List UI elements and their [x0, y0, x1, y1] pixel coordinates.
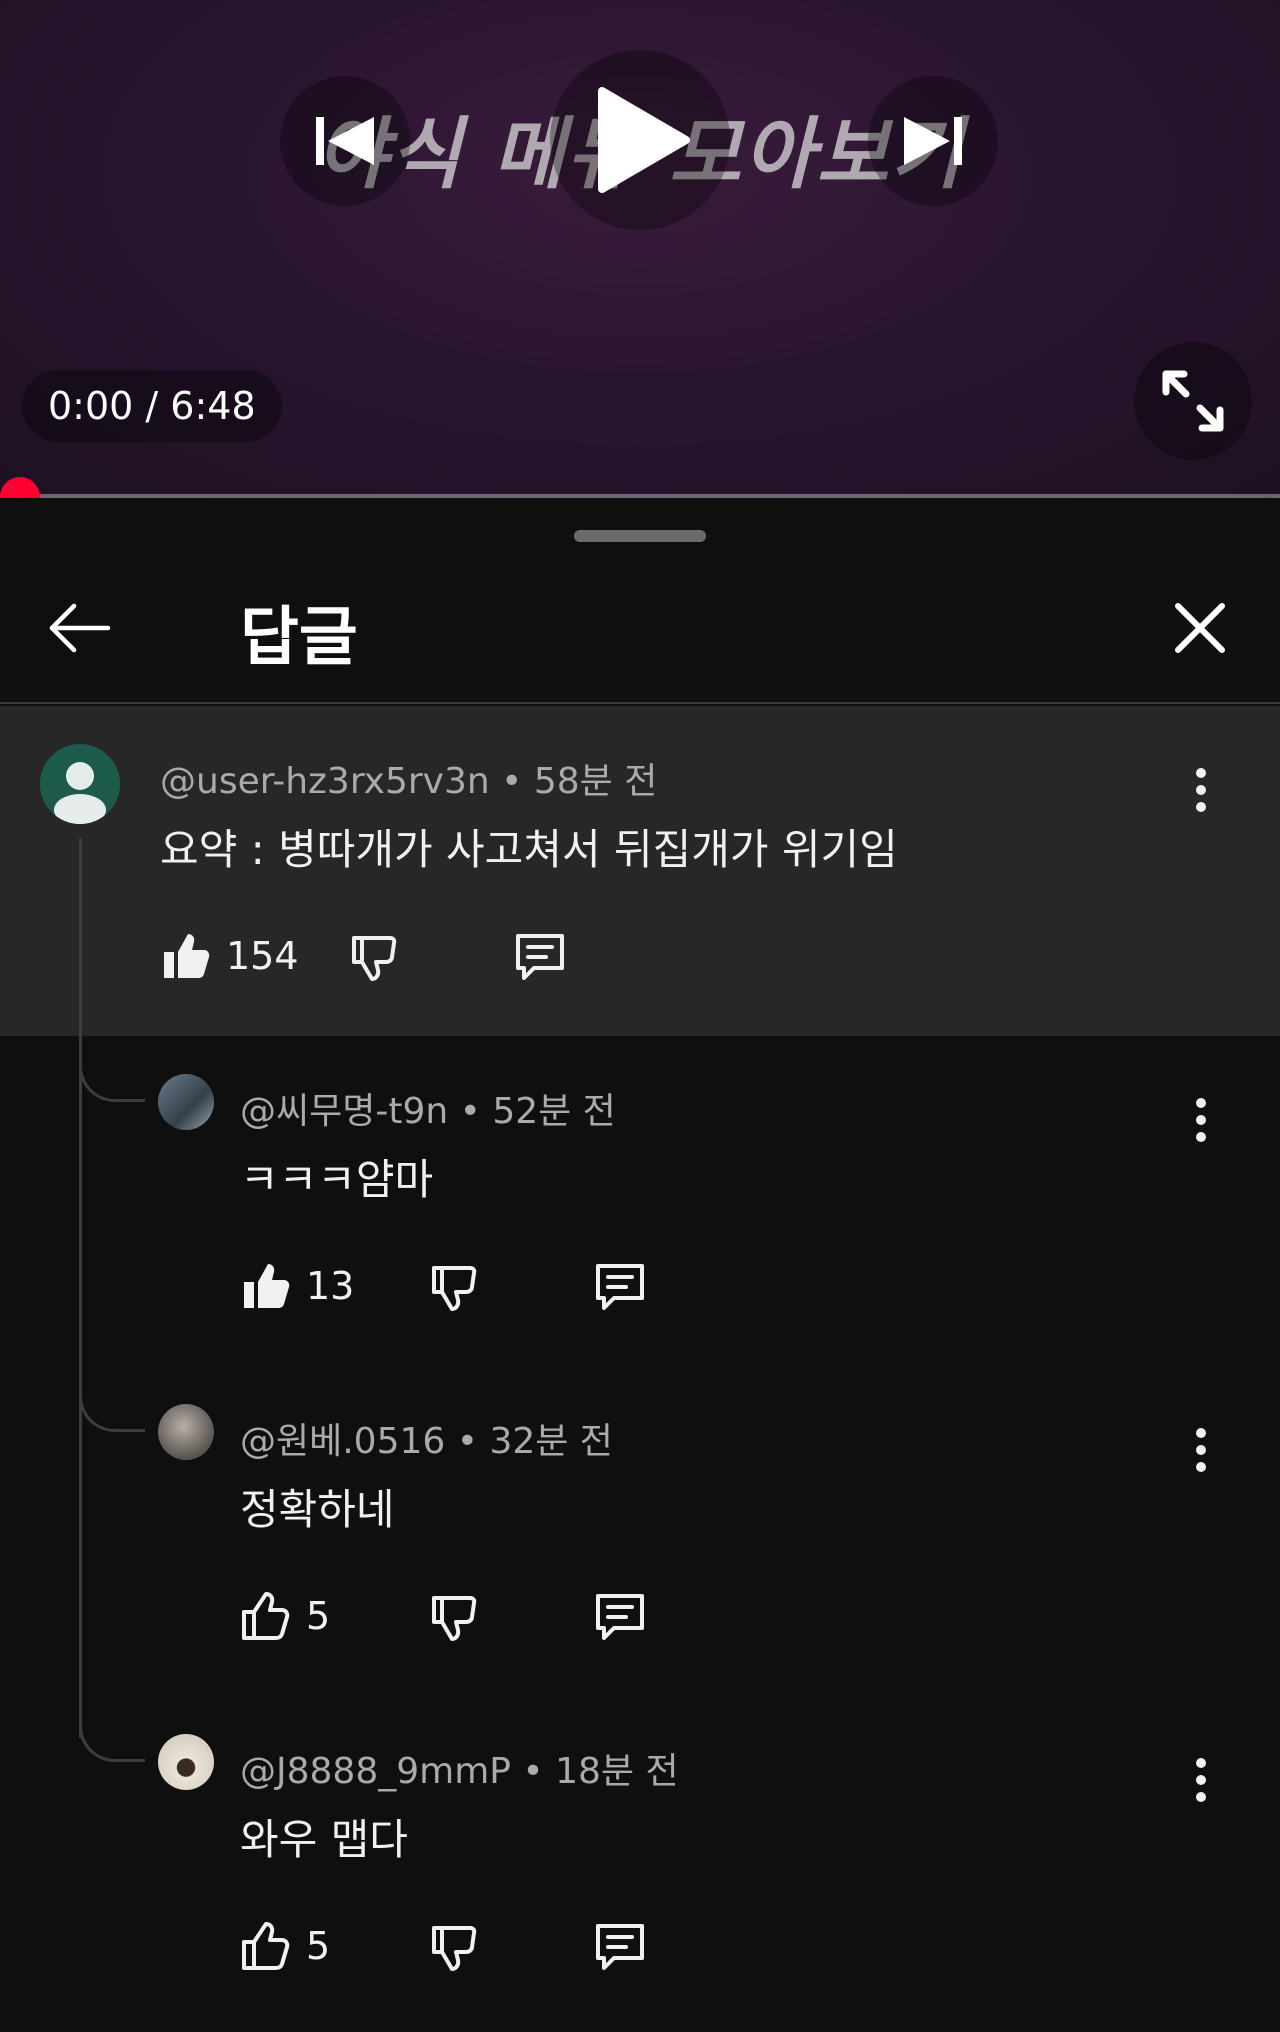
comment-meta: @씨무명-t9n • 52분 전: [240, 1091, 616, 1132]
like-count: 13: [306, 1264, 355, 1308]
thumbs-down-icon: [352, 936, 397, 981]
close-button[interactable]: [1170, 592, 1230, 664]
comment-actions: 154: [160, 926, 600, 986]
avatar[interactable]: [158, 1734, 214, 1790]
thumbs-up-icon: [242, 1592, 290, 1640]
drag-handle[interactable]: [574, 530, 706, 542]
dislike-button[interactable]: [348, 926, 400, 986]
comment-actions: 5: [240, 1586, 660, 1646]
play-icon: [598, 87, 690, 193]
comment-text: 와우 맵다: [240, 1815, 408, 1864]
skip-previous-icon: [316, 117, 374, 165]
comment-text: ㅋㅋㅋ얌마: [240, 1155, 434, 1204]
fullscreen-button[interactable]: [1134, 342, 1252, 460]
video-player[interactable]: 야식 메뉴 모아보기 0:00 / 6:48: [0, 0, 1280, 498]
next-button[interactable]: [868, 76, 998, 206]
like-button[interactable]: 5: [240, 1586, 330, 1646]
reply-button[interactable]: [592, 1256, 648, 1316]
comment-age: 58분 전: [533, 761, 658, 802]
previous-button[interactable]: [280, 76, 410, 206]
comment-icon: [596, 1924, 644, 1970]
comment-meta: @원베.0516 • 32분 전: [240, 1421, 613, 1462]
comment-actions: 5: [240, 1916, 660, 1976]
comment-text: 정확하네: [240, 1485, 395, 1534]
sheet-title: 답글: [240, 601, 358, 675]
comment-age: 32분 전: [489, 1421, 613, 1462]
thumbs-down-icon: [432, 1926, 477, 1971]
play-button[interactable]: [550, 50, 730, 230]
progress-scrubber[interactable]: [0, 477, 40, 498]
dislike-button[interactable]: [428, 1586, 480, 1646]
thumbs-down-icon: [432, 1596, 477, 1641]
sheet-header: 답글: [0, 570, 1280, 704]
comment-age: 52분 전: [492, 1091, 616, 1132]
thread-line: [79, 838, 82, 1738]
arrow-left-icon: [49, 603, 111, 653]
comment-meta: @J8888_9mmP • 18분 전: [240, 1751, 679, 1792]
comment-author[interactable]: @씨무명-t9n: [240, 1091, 448, 1132]
like-button[interactable]: 5: [240, 1916, 330, 1976]
avatar[interactable]: [40, 744, 120, 824]
thumbs-up-filled-icon: [244, 1264, 290, 1308]
comment-author[interactable]: @J8888_9mmP: [240, 1751, 511, 1792]
more-options-button[interactable]: [1186, 1750, 1216, 1810]
dislike-button[interactable]: [428, 1256, 480, 1316]
more-options-button[interactable]: [1186, 760, 1216, 820]
like-count: 5: [306, 1924, 331, 1968]
comment-meta: @user-hz3rx5rv3n • 58분 전: [160, 761, 658, 802]
like-button[interactable]: 13: [240, 1256, 354, 1316]
avatar[interactable]: [158, 1074, 214, 1130]
comment-age: 18분 전: [555, 1751, 679, 1792]
thumbs-down-icon: [432, 1266, 477, 1311]
comment-icon: [516, 934, 564, 980]
reply-button[interactable]: [512, 926, 568, 986]
dislike-button[interactable]: [428, 1916, 480, 1976]
comment-icon: [596, 1594, 644, 1640]
skip-next-icon: [904, 117, 962, 165]
more-options-button[interactable]: [1186, 1090, 1216, 1150]
comment-icon: [596, 1264, 644, 1310]
reply-button[interactable]: [592, 1586, 648, 1646]
more-options-button[interactable]: [1186, 1420, 1216, 1480]
time-display: 0:00 / 6:48: [22, 370, 282, 442]
like-button[interactable]: 154: [160, 926, 299, 986]
comment-actions: 13: [240, 1256, 660, 1316]
comment-text: 요약 : 병따개가 사고쳐서 뒤집개가 위기임: [160, 825, 898, 874]
thumbs-up-filled-icon: [164, 934, 210, 978]
reply-button[interactable]: [592, 1916, 648, 1976]
avatar[interactable]: [158, 1404, 214, 1460]
back-button[interactable]: [44, 592, 116, 664]
default-avatar-icon: [54, 762, 106, 824]
like-count: 154: [226, 934, 299, 978]
comment-author[interactable]: @user-hz3rx5rv3n: [160, 761, 490, 802]
progress-track[interactable]: [0, 494, 1280, 498]
like-count: 5: [306, 1594, 331, 1638]
fullscreen-icon: [1162, 370, 1224, 432]
thumbs-up-icon: [242, 1922, 290, 1970]
comment-author[interactable]: @원베.0516: [240, 1421, 445, 1462]
close-icon: [1175, 603, 1225, 653]
